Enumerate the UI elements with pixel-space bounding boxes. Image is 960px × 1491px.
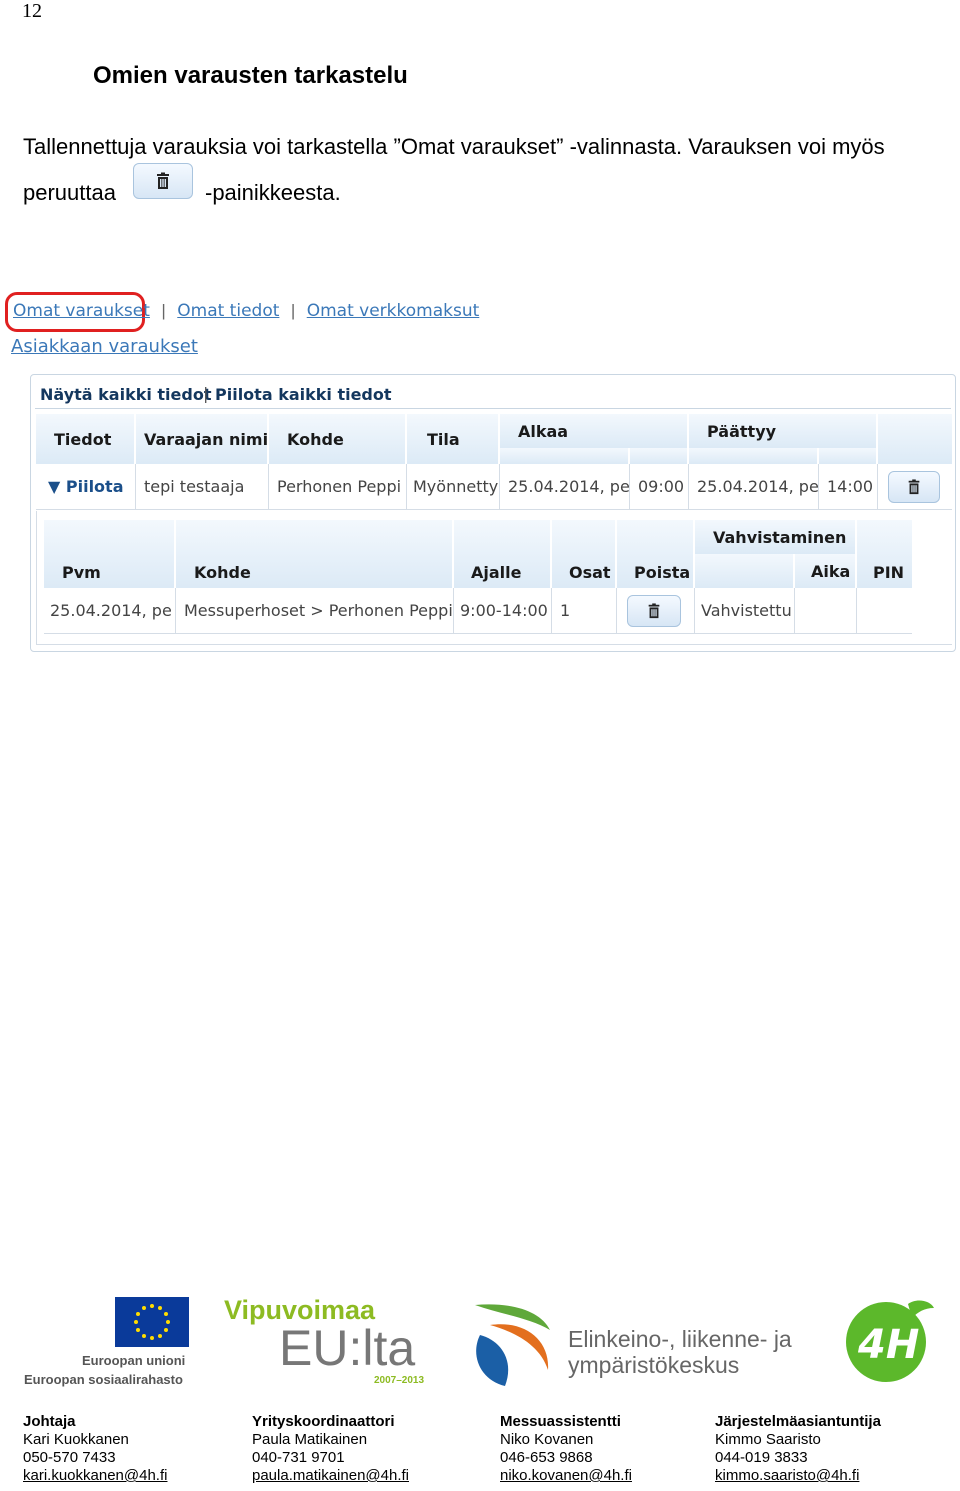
eulta-text: EU:lta — [279, 1320, 416, 1376]
eu-text-1: Euroopan unioni — [82, 1353, 186, 1368]
vipu-years: 2007–2013 — [374, 1375, 425, 1386]
col-header-ajalle: Ajalle — [454, 520, 552, 588]
contact-name: Kari Kuokkanen — [23, 1431, 129, 1448]
contact-role: Johtaja — [23, 1413, 76, 1430]
account-nav: Omat varaukset | Omat tiedot | Omat verk… — [13, 301, 479, 321]
page-number: 12 — [22, 0, 42, 22]
toggle-details-button[interactable]: ▼ Piilota — [36, 464, 136, 510]
eu-text-2: Euroopan sosiaalirahasto — [24, 1372, 183, 1387]
detail-delete-cell — [617, 588, 695, 634]
contact-jarjestelmaasiantuntija: Järjestelmäasiantuntija Kimmo Saaristo 0… — [715, 1413, 881, 1485]
contact-yrityskoordinaattori: Yrityskoordinaattori Paula Matikainen 04… — [252, 1413, 409, 1485]
link-omat-varaukset[interactable]: Omat varaukset — [13, 301, 150, 321]
contact-role: Yrityskoordinaattori — [252, 1413, 395, 1430]
start-time: 09:00 — [630, 464, 689, 510]
contact-role: Järjestelmäasiantuntija — [715, 1413, 881, 1430]
col-header-actions — [878, 414, 952, 464]
link-omat-verkkomaksut[interactable]: Omat verkkomaksut — [307, 301, 480, 321]
delete-detail-button[interactable] — [627, 594, 681, 627]
eu-flag-icon — [115, 1297, 189, 1347]
intro-line-2-end: -painikkeesta. — [205, 180, 341, 205]
show-all-details-link[interactable]: Näytä kaikki tiedot — [40, 385, 211, 404]
intro-line-1: Tallennettuja varauksia voi tarkastella … — [23, 134, 885, 159]
contact-name: Paula Matikainen — [252, 1431, 368, 1448]
vipuvoimaa-logo: Vipuvoimaa EU:lta 2007–2013 — [224, 1295, 439, 1390]
col-header-poista: Poista — [617, 520, 695, 588]
fourh-logo: 4H — [838, 1298, 938, 1390]
detail-confirm-time — [795, 588, 857, 634]
ely-emblem-icon — [475, 1304, 550, 1386]
cancel-booking-button[interactable] — [888, 470, 940, 503]
eu-logo: Euroopan unioni Euroopan sosiaalirahasto — [24, 1297, 194, 1392]
col-header-vahvistaminen: Vahvistaminen — [695, 520, 857, 554]
contact-johtaja: Johtaja Kari Kuokkanen 050-570 7433 kari… — [23, 1413, 167, 1485]
link-omat-tiedot[interactable]: Omat tiedot — [177, 301, 279, 321]
actions-cell — [878, 464, 952, 510]
contact-phone: 040-731 9701 — [252, 1449, 345, 1466]
trash-icon — [648, 602, 660, 618]
start-date: 25.04.2014, pe — [500, 464, 630, 510]
col-subheader — [819, 448, 878, 464]
contact-phone: 046-653 9868 — [500, 1449, 593, 1466]
ely-text-1: Elinkeino-, liikenne- ja — [568, 1326, 792, 1352]
nav-separator: | — [161, 301, 166, 320]
col-header-pin: PIN — [857, 520, 912, 588]
contact-email-link[interactable]: kari.kuokkanen@4h.fi — [23, 1467, 167, 1484]
clover-icon: 4H — [846, 1300, 934, 1382]
fourh-text: 4H — [857, 1322, 919, 1368]
col-header-osat: Osat — [552, 520, 617, 588]
detail-target: Messuperhoset > Perhonen Peppi — [176, 588, 454, 634]
page-title: Omien varausten tarkastelu — [93, 62, 408, 89]
col-header-varaajan-nimi: Varaajan nimi — [136, 414, 269, 464]
col-header-kohde: Kohde — [269, 414, 407, 464]
ely-text-2: ympäristökeskus — [568, 1352, 740, 1378]
col-subheader — [695, 554, 795, 588]
end-date: 25.04.2014, pe — [689, 464, 819, 510]
col-header-tiedot: Tiedot — [36, 414, 136, 464]
intro-line-2-start: peruuttaa — [23, 180, 116, 205]
contact-email-link[interactable]: niko.kovanen@4h.fi — [500, 1467, 632, 1484]
col-header-paattyy: Päättyy — [689, 414, 878, 448]
trash-icon — [157, 172, 169, 189]
bookings-toolbar: Näytä kaikki tiedot | Piilota kaikki tie… — [35, 380, 951, 409]
detail-table: Pvm Kohde Ajalle Osat Poista Vahvistamin… — [44, 520, 912, 634]
nav-separator: | — [290, 301, 296, 320]
col-header-aika: Aika — [795, 554, 857, 588]
booking-status: Myönnetty — [407, 464, 500, 510]
booking-table: Tiedot Varaajan nimi Kohde Tila Alkaa Pä… — [36, 414, 952, 510]
end-time: 14:00 — [819, 464, 878, 510]
contact-name: Niko Kovanen — [500, 1431, 594, 1448]
col-header-kohde: Kohde — [176, 520, 454, 588]
booker-name: tepi testaaja — [136, 464, 269, 510]
contact-email-link[interactable]: kimmo.saaristo@4h.fi — [715, 1467, 859, 1484]
contact-phone: 044-019 3833 — [715, 1449, 808, 1466]
contact-messuassistentti: Messuassistentti Niko Kovanen 046-653 98… — [500, 1413, 632, 1485]
col-header-alkaa: Alkaa — [500, 414, 689, 448]
contact-name: Kimmo Saaristo — [715, 1431, 821, 1448]
detail-date: 25.04.2014, pe — [44, 588, 176, 634]
detail-confirmation: Vahvistettu — [695, 588, 795, 634]
col-header-tila: Tila — [407, 414, 500, 464]
toolbar-separator: | — [203, 384, 209, 403]
delete-button-example — [133, 163, 193, 199]
hide-all-details-link[interactable]: Piilota kaikki tiedot — [215, 385, 392, 404]
contact-role: Messuassistentti — [500, 1413, 621, 1430]
trash-icon — [908, 478, 920, 494]
link-asiakkaan-varaukset[interactable]: Asiakkaan varaukset — [11, 336, 198, 357]
detail-parts: 1 — [552, 588, 617, 634]
col-subheader — [630, 448, 689, 464]
detail-pin — [857, 588, 912, 634]
contact-email-link[interactable]: paula.matikainen@4h.fi — [252, 1467, 409, 1484]
col-header-pvm: Pvm — [44, 520, 176, 588]
col-subheader — [500, 448, 630, 464]
booking-target: Perhonen Peppi — [269, 464, 407, 510]
ely-logo: Elinkeino-, liikenne- ja ympäristökeskus — [470, 1300, 810, 1390]
detail-time-range: 9:00-14:00 — [454, 588, 552, 634]
col-subheader — [689, 448, 819, 464]
contact-phone: 050-570 7433 — [23, 1449, 116, 1466]
